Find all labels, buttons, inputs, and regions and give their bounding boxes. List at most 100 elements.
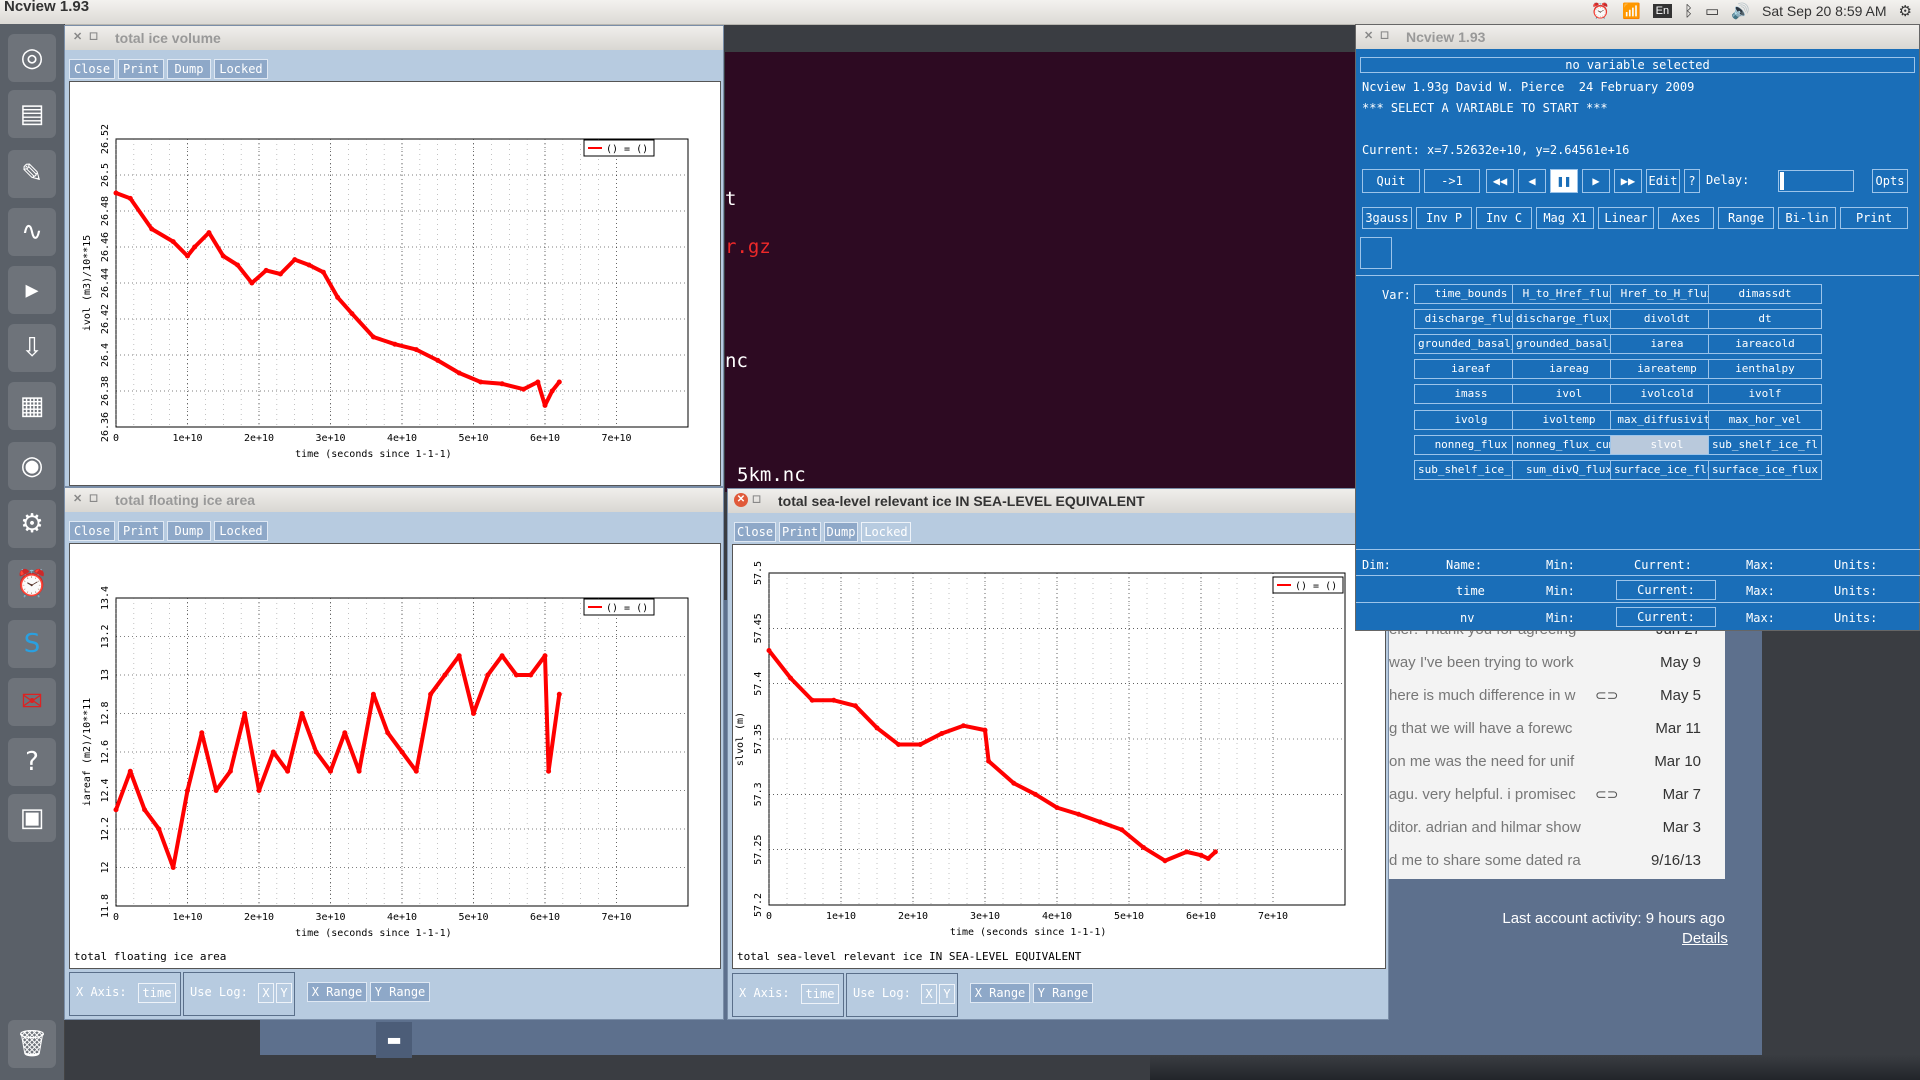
variable-button[interactable]: iarea (1610, 334, 1724, 354)
email-row[interactable]: way I've been trying to work May 9 (1385, 648, 1725, 681)
fast-forward-icon[interactable]: ▶▶ (1614, 169, 1642, 193)
close-button[interactable]: Close (734, 522, 776, 542)
variable-button[interactable]: max_hor_vel (1708, 410, 1822, 430)
dimension-current[interactable]: Current: (1616, 607, 1716, 627)
variable-button[interactable]: time_bounds (1414, 284, 1528, 304)
variable-button[interactable]: Href_to_H_flux (1610, 284, 1724, 304)
delay-slider-thumb[interactable] (1780, 172, 1784, 190)
print-button[interactable]: Print (1840, 207, 1908, 229)
close-button[interactable]: Close (69, 521, 115, 541)
email-row[interactable]: here is much difference in w ⊂⊃ May 5 (1385, 681, 1725, 714)
ubuntu-logo-icon[interactable]: ◎ (8, 34, 56, 82)
variable-button[interactable]: ivolg (1414, 410, 1528, 430)
settings-icon[interactable]: ⚙ (8, 500, 56, 548)
invert-colormap-button[interactable]: Inv C (1476, 207, 1532, 229)
x-axis-select[interactable]: time (801, 984, 839, 1004)
log-y-toggle[interactable]: Y (276, 983, 292, 1003)
email-row[interactable]: ditor. adrian and hilmar show Mar 3 (1385, 813, 1725, 846)
chat-icon[interactable]: ▬ (376, 1022, 412, 1058)
variable-button[interactable]: dimassdt (1708, 284, 1822, 304)
alarm-clock-icon[interactable]: ⏰ (8, 560, 56, 608)
help-icon[interactable]: ? (8, 738, 56, 786)
skype-icon[interactable]: S (8, 620, 56, 668)
close-icon[interactable]: ✕ (734, 493, 748, 507)
email-row[interactable]: g that we will have a forewc Mar 11 (1385, 714, 1725, 747)
variable-button[interactable]: sub_shelf_ice_fl (1414, 460, 1528, 480)
alarm-icon[interactable]: ⏰ (1591, 2, 1610, 20)
email-row[interactable]: on me was the need for unif Mar 10 (1385, 747, 1725, 780)
document-viewer-icon[interactable]: ▦ (8, 382, 56, 430)
log-y-toggle[interactable]: Y (939, 984, 955, 1004)
dump-button[interactable]: Dump (167, 521, 211, 541)
maximize-icon[interactable]: ◻ (1380, 28, 1389, 41)
step-back-icon[interactable]: ◀ (1518, 169, 1546, 193)
variable-button[interactable]: sub_shelf_ice_fl (1708, 435, 1822, 455)
delay-slider[interactable] (1778, 170, 1854, 192)
transform-button[interactable]: Linear (1598, 207, 1654, 229)
variable-button[interactable]: surface_ice_flux (1708, 460, 1822, 480)
colormap-button[interactable]: 3gauss (1362, 207, 1412, 229)
y-range-button[interactable]: Y Range (1033, 983, 1093, 1003)
back-one-button[interactable]: ->1 (1424, 169, 1480, 193)
system-monitor-icon[interactable]: ∿ (8, 208, 56, 256)
locked-button[interactable]: Locked (214, 59, 268, 79)
variable-button[interactable]: divoldt (1610, 309, 1724, 329)
opts-button[interactable]: Opts (1872, 169, 1908, 193)
locked-button[interactable]: Locked (214, 521, 268, 541)
close-icon[interactable]: ✕ (1364, 29, 1373, 42)
variable-button[interactable]: discharge_flux (1414, 309, 1528, 329)
dump-button[interactable]: Dump (824, 522, 858, 542)
workspace-switcher-icon[interactable]: ▣ (8, 794, 56, 842)
volume-icon[interactable]: 🔊 (1731, 2, 1750, 20)
trash-icon[interactable]: 🗑 (8, 1020, 56, 1068)
variable-button[interactable]: grounded_basal_i (1512, 334, 1626, 354)
dimension-current[interactable]: Current: (1616, 580, 1716, 600)
email-row[interactable]: d me to share some dated ra 9/16/13 (1385, 846, 1725, 879)
close-button[interactable]: Close (69, 59, 115, 79)
variable-button[interactable]: slvol (1610, 435, 1724, 455)
edit-button[interactable]: Edit (1646, 169, 1680, 193)
dump-button[interactable]: Dump (167, 59, 211, 79)
x-range-button[interactable]: X Range (970, 983, 1030, 1003)
variable-button[interactable]: iareacold (1708, 334, 1822, 354)
terminal-icon[interactable]: ▸ (8, 266, 56, 314)
variable-button[interactable]: iareag (1512, 359, 1626, 379)
invert-physical-button[interactable]: Inv P (1416, 207, 1472, 229)
variable-button[interactable]: sum_divQ_flux (1512, 460, 1626, 480)
variable-button[interactable]: ivoltemp (1512, 410, 1626, 430)
close-icon[interactable]: ✕ (73, 492, 82, 505)
x-range-button[interactable]: X Range (307, 982, 367, 1002)
battery-icon[interactable]: ▭ (1705, 2, 1719, 20)
locked-button[interactable]: Locked (861, 522, 911, 542)
variable-button[interactable]: iareaf (1414, 359, 1528, 379)
variable-button[interactable]: surface_ice_flux (1610, 460, 1724, 480)
print-button[interactable]: Print (118, 521, 164, 541)
close-icon[interactable]: ✕ (73, 30, 82, 43)
range-button[interactable]: Range (1718, 207, 1774, 229)
variable-button[interactable]: ivolcold (1610, 384, 1724, 404)
variable-button[interactable]: imass (1414, 384, 1528, 404)
help-button[interactable]: ? (1684, 169, 1700, 193)
log-x-toggle[interactable]: X (921, 984, 937, 1004)
variable-button[interactable]: dt (1708, 309, 1822, 329)
print-button[interactable]: Print (779, 522, 821, 542)
terminal-window[interactable]: t r.gz nc 5km.nc (725, 52, 1355, 492)
details-link[interactable]: Details (1682, 930, 1728, 947)
variable-button[interactable]: nonneg_flux_cumu (1512, 435, 1626, 455)
pause-icon[interactable]: ❚❚ (1550, 169, 1578, 193)
axes-button[interactable]: Axes (1658, 207, 1714, 229)
variable-button[interactable]: discharge_flux_c (1512, 309, 1626, 329)
email-row[interactable]: agu. very helpful. i promisec ⊂⊃ Mar 7 (1385, 780, 1725, 813)
print-button[interactable]: Print (118, 59, 164, 79)
maximize-icon[interactable]: ◻ (89, 29, 98, 42)
variable-button[interactable]: ivol (1512, 384, 1626, 404)
variable-button[interactable]: iareatemp (1610, 359, 1724, 379)
archive-manager-icon[interactable]: ⇩ (8, 324, 56, 372)
variable-button[interactable]: max_diffusivity (1610, 410, 1724, 430)
bluetooth-icon[interactable]: ᛒ (1684, 3, 1693, 20)
clock[interactable]: Sat Sep 20 8:59 AM (1762, 3, 1887, 19)
text-editor-icon[interactable]: ✎ (8, 150, 56, 198)
maximize-icon[interactable]: ◻ (89, 491, 98, 504)
keyboard-language[interactable]: En (1652, 4, 1673, 18)
maximize-icon[interactable]: ◻ (752, 492, 761, 505)
